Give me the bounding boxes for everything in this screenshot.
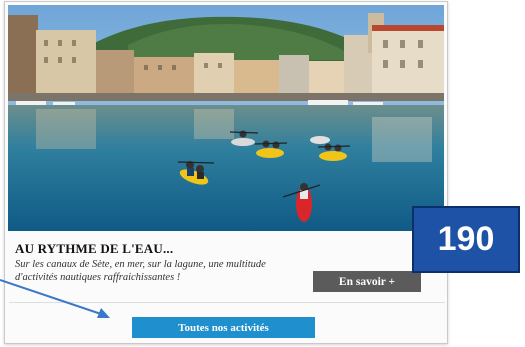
all-activities-button[interactable]: Toutes nos activités bbox=[132, 317, 315, 338]
learn-more-button[interactable]: En savoir + bbox=[313, 271, 421, 292]
card-description: Sur les canaux de Sète, en mer, sur la l… bbox=[15, 259, 266, 283]
card-title: AU RYTHME DE L'EAU... bbox=[15, 241, 174, 256]
activity-card: AU RYTHME DE L'EAU... Sur les canaux de … bbox=[4, 1, 448, 344]
card-divider bbox=[9, 302, 445, 303]
kayak-canal-photo bbox=[8, 5, 444, 231]
number-badge: 190 bbox=[412, 206, 520, 273]
